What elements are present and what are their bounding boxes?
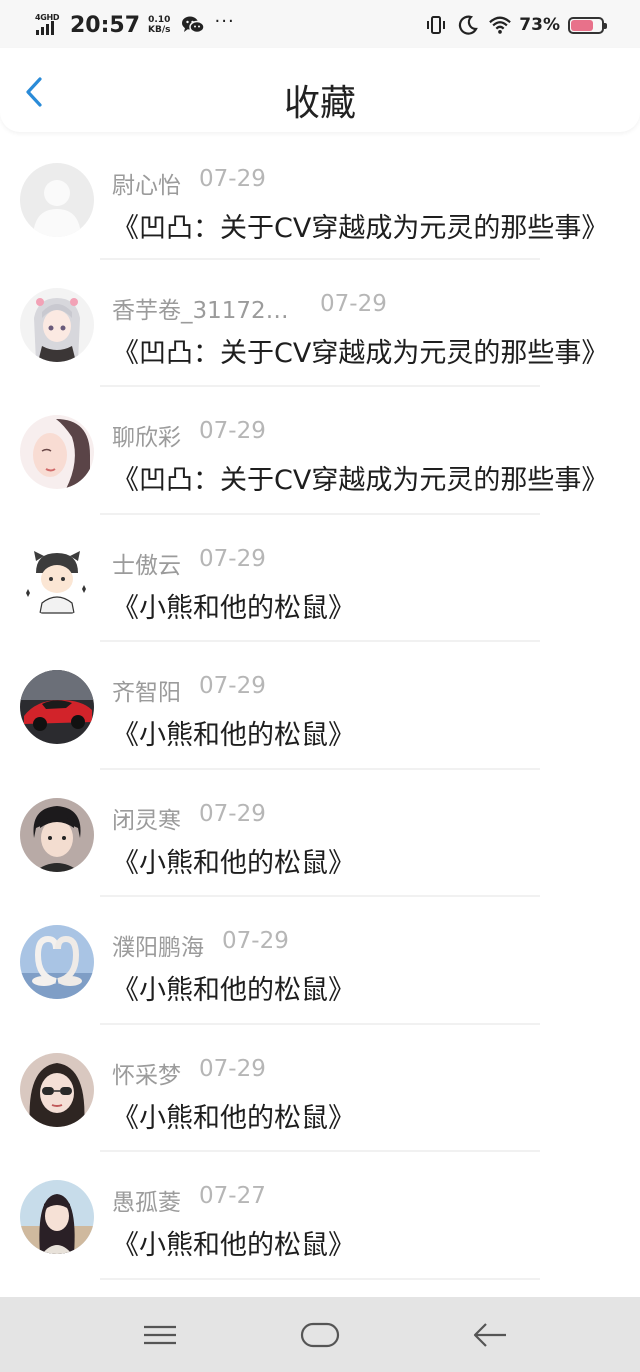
favorite-book-title[interactable]: 《小熊和他的松鼠》 [112,1096,628,1135]
more-notifications-icon: ··· [214,10,235,32]
favorite-book-title[interactable]: 《凹凸：关于CV穿越成为元灵的那些事》 [112,206,628,245]
wifi-icon [489,16,512,34]
favorite-date: 07-29 [199,673,266,699]
favorite-book-title[interactable]: 《小熊和他的松鼠》 [112,968,628,1007]
favorite-username[interactable]: 濮阳鹏海 [112,928,204,962]
favorite-date: 07-29 [199,545,266,572]
cartoon-boy-avatar[interactable] [20,542,94,617]
back-arrow-icon[interactable] [470,1317,510,1353]
clock: 20:57 [70,12,141,38]
favorite-date: 07-27 [199,1183,266,1209]
favorite-item[interactable]: 齐智阳 07-29 《小熊和他的松鼠》 [0,642,640,770]
battery-percent: 73% [519,15,560,35]
favorite-meta: 士傲云 07-29 [112,546,266,580]
favorite-username[interactable]: 齐智阳 [112,673,181,707]
favorite-item[interactable]: 愚孤菱 07-27 《小熊和他的松鼠》 [0,1152,640,1280]
favorite-date: 07-29 [199,166,266,192]
favorites-list: 尉心怡 07-29 《凹凸：关于CV穿越成为元灵的那些事》 香芋卷_311727...… [0,132,640,1280]
favorite-item[interactable]: 香芋卷_311727... 07-29 《凹凸：关于CV穿越成为元灵的那些事》 [0,260,640,387]
home-icon[interactable] [300,1317,340,1353]
favorite-username[interactable]: 香芋卷_311727... [112,291,302,325]
network-speed: 0.10 KB/s [148,15,170,35]
favorite-meta: 濮阳鹏海 07-29 [112,928,289,962]
favorite-book-title[interactable]: 《凹凸：关于CV穿越成为元灵的那些事》 [112,458,628,497]
navigation-bar [0,1297,640,1372]
favorite-book-title[interactable]: 《小熊和他的松鼠》 [112,1223,628,1262]
favorite-item[interactable]: 濮阳鹏海 07-29 《小熊和他的松鼠》 [0,897,640,1025]
battery-icon [568,16,607,34]
header: 收藏 [0,48,640,132]
speed-unit: KB/s [148,25,171,35]
favorite-username[interactable]: 士傲云 [112,546,181,580]
favorite-meta: 聊欣彩 07-29 [112,418,266,452]
moon-icon [459,15,479,35]
page-title: 收藏 [283,83,356,124]
favorite-meta: 尉心怡 07-29 [112,166,266,200]
speed-value: 0.10 [148,15,171,25]
red-car-avatar[interactable] [20,670,94,744]
status-left: 4GHD 20:57 0.10 KB/s ··· [34,10,235,40]
favorite-item[interactable]: 士傲云 07-29 《小熊和他的松鼠》 [0,515,640,642]
favorite-item[interactable]: 怀采梦 07-29 《小熊和他的松鼠》 [0,1025,640,1152]
favorite-item[interactable]: 闭灵寒 07-29 《小熊和他的松鼠》 [0,770,640,897]
favorite-date: 07-29 [199,418,266,444]
favorite-username[interactable]: 尉心怡 [112,166,181,200]
favorite-book-title[interactable]: 《小熊和他的松鼠》 [112,713,628,752]
favorite-book-title[interactable]: 《小熊和他的松鼠》 [112,841,628,880]
young-man-avatar[interactable] [20,797,94,872]
wechat-icon [181,16,205,34]
favorite-meta: 愚孤菱 07-27 [112,1183,266,1217]
status-right: 73% [415,10,607,40]
default-avatar[interactable] [20,163,94,237]
favorite-meta: 齐智阳 07-29 [112,673,266,707]
favorite-item[interactable]: 尉心怡 07-29 《凹凸：关于CV穿越成为元灵的那些事》 [0,132,640,260]
favorite-username[interactable]: 怀采梦 [112,1056,181,1090]
sunglasses-woman-avatar[interactable] [20,1052,94,1127]
favorite-meta: 香芋卷_311727... 07-29 [112,291,387,325]
network-indicator: 4GHD [34,12,62,38]
portrait-avatar[interactable] [20,415,94,489]
vibrate-icon [427,16,446,34]
favorite-username[interactable]: 闭灵寒 [112,801,181,835]
status-bar: 4GHD 20:57 0.10 KB/s ··· 73% [0,0,640,48]
signal-icon [36,21,54,35]
swans-avatar[interactable] [20,925,94,999]
anime-girl-avatar[interactable] [20,287,94,362]
favorite-meta: 怀采梦 07-29 [112,1056,266,1090]
favorite-book-title[interactable]: 《凹凸：关于CV穿越成为元灵的那些事》 [112,331,628,370]
divider [100,1277,540,1280]
favorite-username[interactable]: 愚孤菱 [112,1183,181,1217]
favorite-date: 07-29 [199,1055,266,1082]
favorite-date: 07-29 [199,800,266,827]
favorite-meta: 闭灵寒 07-29 [112,801,266,835]
favorite-book-title[interactable]: 《小熊和他的松鼠》 [112,586,628,625]
menu-icon[interactable] [140,1317,180,1353]
favorite-date: 07-29 [320,290,387,317]
favorite-username[interactable]: 聊欣彩 [112,418,181,452]
girl-outdoor-avatar[interactable] [20,1180,94,1254]
favorite-date: 07-29 [222,928,289,954]
battery-level [571,19,593,31]
favorite-item[interactable]: 聊欣彩 07-29 《凹凸：关于CV穿越成为元灵的那些事》 [0,387,640,515]
